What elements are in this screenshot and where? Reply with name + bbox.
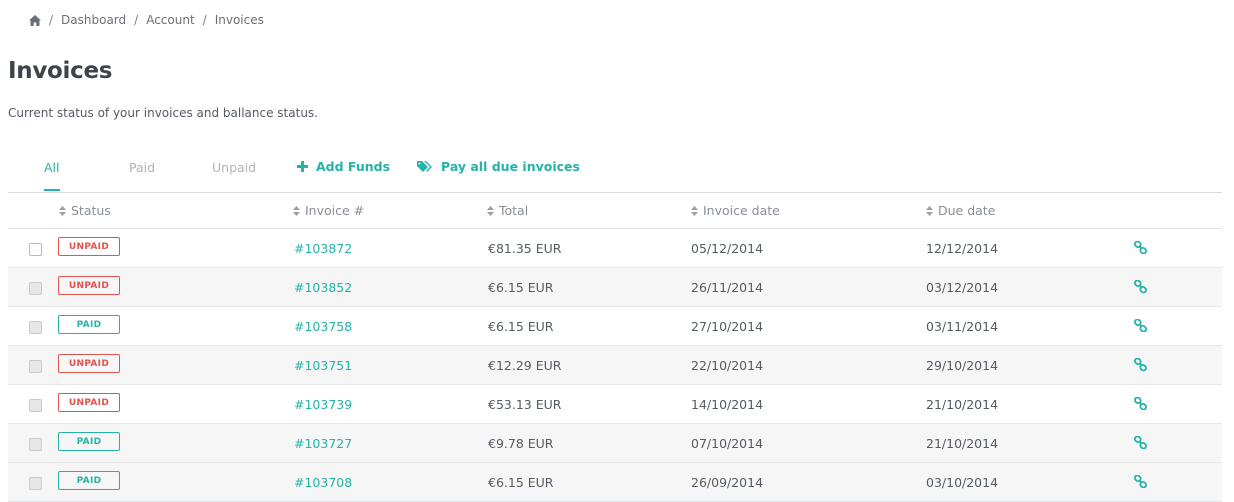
- invoice-date-cell: 14/10/2014: [691, 397, 764, 412]
- status-badge: UNPAID: [58, 354, 120, 373]
- home-icon[interactable]: [29, 14, 41, 26]
- sort-invoice-date[interactable]: Invoice date: [691, 203, 780, 218]
- sort-total[interactable]: Total: [487, 203, 528, 218]
- total-cell: €6.15 EUR: [488, 475, 554, 490]
- table-row: UNPAID #103751 €12.29 EUR 22/10/2014 29/…: [8, 346, 1222, 385]
- status-badge: PAID: [58, 471, 120, 490]
- sort-status[interactable]: Status: [59, 203, 111, 218]
- total-cell: €81.35 EUR: [488, 241, 562, 256]
- invoice-date-cell: 22/10/2014: [691, 358, 764, 373]
- active-tab-indicator: [44, 189, 60, 191]
- link-icon[interactable]: [1134, 397, 1147, 410]
- total-cell: €9.78 EUR: [488, 436, 554, 451]
- sort-icon: [293, 205, 300, 216]
- due-date-cell: 29/10/2014: [926, 358, 999, 373]
- table-row: UNPAID #103872 €81.35 EUR 05/12/2014 12/…: [8, 229, 1222, 268]
- total-cell: €53.13 EUR: [488, 397, 562, 412]
- invoice-date-cell: 26/09/2014: [691, 475, 764, 490]
- invoice-date-cell: 07/10/2014: [691, 436, 764, 451]
- invoice-link[interactable]: #103758: [294, 319, 352, 334]
- invoice-link[interactable]: #103872: [294, 241, 352, 256]
- pay-all-due-label: Pay all due invoices: [441, 159, 580, 174]
- page-subtitle: Current status of your invoices and ball…: [8, 106, 318, 120]
- plus-icon: [297, 161, 308, 172]
- table-row: UNPAID #103739 €53.13 EUR 14/10/2014 21/…: [8, 385, 1222, 424]
- total-cell: €6.15 EUR: [488, 319, 554, 334]
- table-row: PAID #103758 €6.15 EUR 27/10/2014 03/11/…: [8, 307, 1222, 346]
- add-funds-button[interactable]: Add Funds: [297, 159, 390, 174]
- status-badge: PAID: [58, 315, 120, 334]
- tags-icon: [417, 160, 433, 173]
- tab-paid[interactable]: Paid: [129, 160, 155, 175]
- breadcrumb: / Dashboard / Account / Invoices: [29, 13, 264, 27]
- status-badge: UNPAID: [58, 393, 120, 412]
- total-cell: €6.15 EUR: [488, 280, 554, 295]
- tab-all[interactable]: All: [44, 160, 60, 175]
- due-date-cell: 21/10/2014: [926, 436, 999, 451]
- link-icon[interactable]: [1134, 358, 1147, 371]
- header-status: Status: [71, 203, 111, 218]
- sort-invoice[interactable]: Invoice #: [293, 203, 364, 218]
- row-checkbox[interactable]: [29, 477, 42, 490]
- link-icon[interactable]: [1134, 241, 1147, 254]
- header-invoice: Invoice #: [305, 203, 365, 218]
- breadcrumb-separator: /: [134, 13, 139, 27]
- link-icon[interactable]: [1134, 319, 1147, 332]
- breadcrumb-separator: /: [202, 13, 207, 27]
- breadcrumb-dashboard[interactable]: Dashboard: [61, 13, 126, 27]
- header-invoice-date: Invoice date: [703, 203, 780, 218]
- status-badge: UNPAID: [58, 276, 120, 295]
- breadcrumb-separator: /: [49, 13, 54, 27]
- due-date-cell: 21/10/2014: [926, 397, 999, 412]
- row-checkbox[interactable]: [29, 243, 42, 256]
- due-date-cell: 03/10/2014: [926, 475, 999, 490]
- header-due-date: Due date: [938, 203, 996, 218]
- invoice-date-cell: 05/12/2014: [691, 241, 764, 256]
- sort-icon: [691, 205, 698, 216]
- link-icon[interactable]: [1134, 475, 1147, 488]
- status-badge: UNPAID: [58, 237, 120, 256]
- invoice-tabs: All Paid Unpaid Add Funds Pay all due in…: [8, 148, 1222, 193]
- invoice-date-cell: 27/10/2014: [691, 319, 764, 334]
- table-row: UNPAID #103852 €6.15 EUR 26/11/2014 03/1…: [8, 268, 1222, 307]
- due-date-cell: 12/12/2014: [926, 241, 999, 256]
- invoice-link[interactable]: #103852: [294, 280, 352, 295]
- pay-all-due-button[interactable]: Pay all due invoices: [417, 159, 580, 174]
- table-row: PAID #103727 €9.78 EUR 07/10/2014 21/10/…: [8, 424, 1222, 463]
- status-badge: PAID: [58, 432, 120, 451]
- table-row: PAID #103708 €6.15 EUR 26/09/2014 03/10/…: [8, 463, 1222, 502]
- page-title: Invoices: [8, 58, 113, 84]
- breadcrumb-account[interactable]: Account: [146, 13, 194, 27]
- sort-icon: [926, 205, 933, 216]
- invoice-date-cell: 26/11/2014: [691, 280, 764, 295]
- invoice-link[interactable]: #103751: [294, 358, 352, 373]
- header-total: Total: [499, 203, 529, 218]
- sort-icon: [487, 205, 494, 216]
- row-checkbox[interactable]: [29, 399, 42, 412]
- total-cell: €12.29 EUR: [488, 358, 562, 373]
- row-checkbox[interactable]: [29, 321, 42, 334]
- invoices-table: Status Invoice # Total Invoice date Due …: [8, 192, 1222, 502]
- invoice-link[interactable]: #103708: [294, 475, 352, 490]
- due-date-cell: 03/12/2014: [926, 280, 999, 295]
- sort-due-date[interactable]: Due date: [926, 203, 995, 218]
- table-header: Status Invoice # Total Invoice date Due …: [8, 192, 1222, 229]
- invoice-link[interactable]: #103739: [294, 397, 352, 412]
- due-date-cell: 03/11/2014: [926, 319, 999, 334]
- link-icon[interactable]: [1134, 280, 1147, 293]
- invoice-link[interactable]: #103727: [294, 436, 352, 451]
- add-funds-label: Add Funds: [316, 159, 391, 174]
- link-icon[interactable]: [1134, 436, 1147, 449]
- sort-icon: [59, 205, 66, 216]
- row-checkbox[interactable]: [29, 360, 42, 373]
- tab-unpaid[interactable]: Unpaid: [212, 160, 256, 175]
- row-checkbox[interactable]: [29, 438, 42, 451]
- row-checkbox[interactable]: [29, 282, 42, 295]
- breadcrumb-invoices: Invoices: [214, 13, 264, 27]
